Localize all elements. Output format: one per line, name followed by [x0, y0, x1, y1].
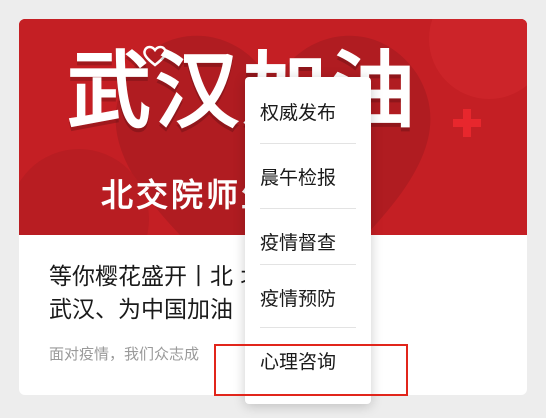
article-summary: 面对疫情，我们众志成	[49, 345, 200, 363]
menu-item-authority-release[interactable]: 权威发布	[260, 79, 356, 143]
menu-item-epidemic-prevention[interactable]: 疫情预防	[260, 265, 356, 329]
plus-icon	[453, 109, 481, 137]
highlight-box	[214, 344, 408, 396]
menu-item-daily-health-report[interactable]: 晨午检报	[260, 144, 356, 208]
